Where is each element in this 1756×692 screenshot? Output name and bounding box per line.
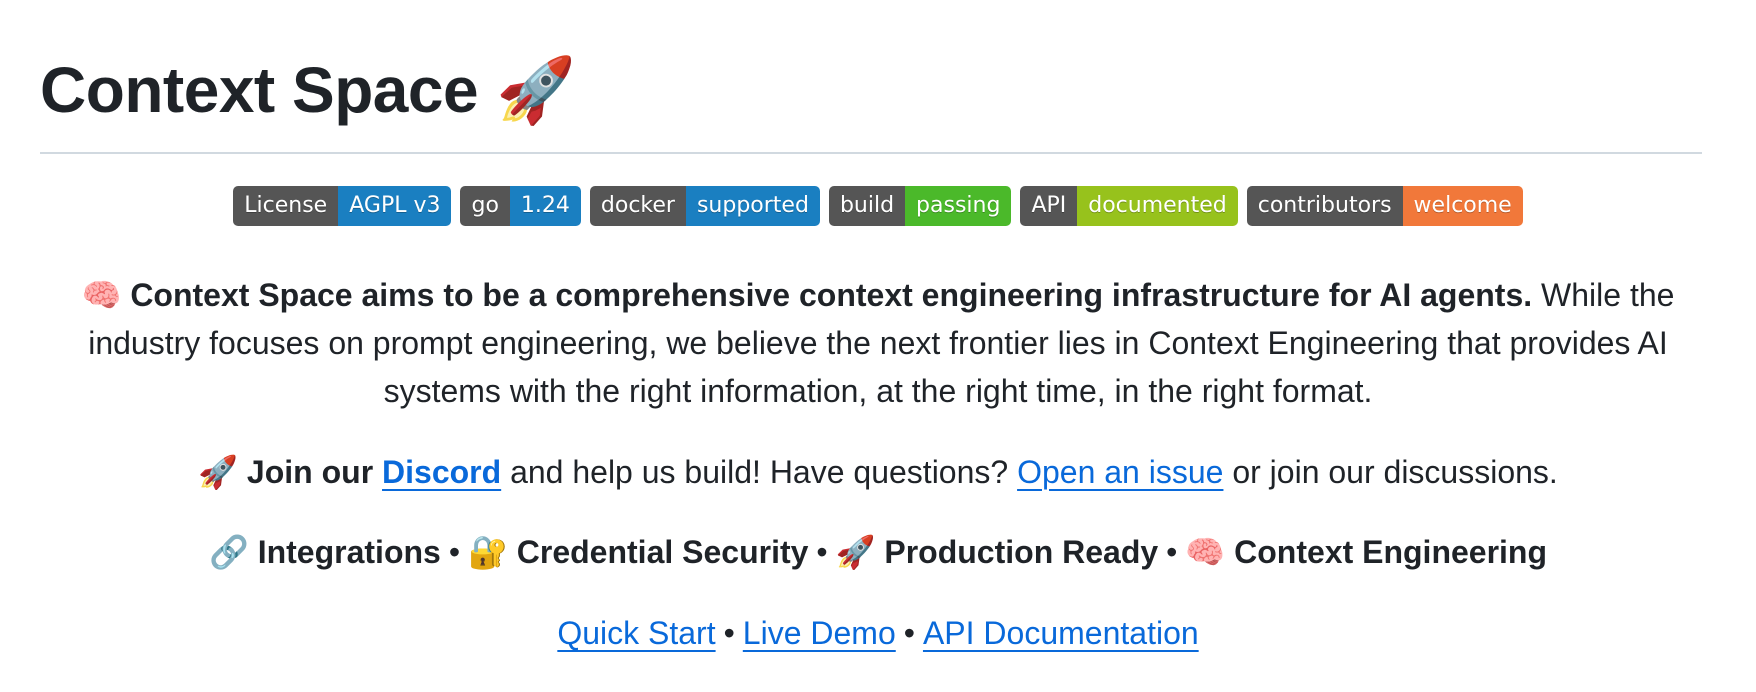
feature-context-engineering: Context Engineering [1234, 534, 1548, 570]
badge-label: API [1020, 186, 1078, 226]
separator: • [448, 534, 461, 570]
badge-value: passing [905, 186, 1012, 226]
badge-api[interactable]: API documented [1020, 186, 1238, 226]
intro-paragraph: 🧠 Context Space aims to be a comprehensi… [40, 271, 1716, 415]
badge-build[interactable]: build passing [828, 186, 1012, 226]
features-line: 🔗 Integrations • 🔐 Credential Security • 🚀 P… [40, 528, 1716, 576]
api-documentation-link[interactable]: API Documentation [923, 615, 1199, 651]
readme-content: Context Space 🚀 License AGPL v3 go 1.24 doc… [0, 0, 1756, 692]
badge-license[interactable]: License AGPL v3 [233, 186, 452, 226]
feature-production-ready: Production Ready [884, 534, 1159, 570]
badge-value: documented [1077, 186, 1238, 226]
feature-credential-security: Credential Security [516, 534, 809, 570]
rocket-icon: 🚀 [198, 453, 239, 491]
brain-icon: 🧠 [81, 276, 122, 314]
badge-label: License [233, 186, 339, 226]
link-icon: 🔗 [208, 533, 249, 571]
feature-integrations: Integrations [257, 534, 441, 570]
badge-label: contributors [1246, 186, 1403, 226]
separator: • [723, 615, 735, 651]
rocket-icon: 🚀 [496, 54, 576, 128]
title-section: Context Space 🚀 [40, 48, 1702, 154]
separator: • [903, 615, 915, 651]
badge-value: AGPL v3 [338, 186, 452, 226]
lock-icon: 🔐 [468, 533, 508, 571]
separator: • [816, 534, 828, 570]
join-bold: Join our [246, 454, 374, 490]
badge-row: License AGPL v3 go 1.24 docker supported bu… [0, 186, 1756, 226]
badge-label: go [460, 186, 510, 226]
badge-contributors[interactable]: contributors welcome [1246, 186, 1523, 226]
badge-label: build [828, 186, 906, 226]
live-demo-link[interactable]: Live Demo [743, 615, 896, 651]
badge-label: docker [589, 186, 686, 226]
discord-link[interactable]: Discord [382, 454, 501, 490]
badge-value: welcome [1402, 186, 1523, 226]
join-paragraph: 🚀 Join our Discord and help us build! Ha… [40, 448, 1716, 496]
badge-value: supported [685, 186, 820, 226]
badge-go[interactable]: go 1.24 [460, 186, 581, 226]
badge-docker[interactable]: docker supported [589, 186, 820, 226]
intro-bold: Context Space aims to be a comprehensive… [130, 277, 1533, 313]
rocket-icon: 🚀 [835, 533, 876, 571]
open-issue-link[interactable]: Open an issue [1017, 454, 1223, 490]
page-title: Context Space 🚀 [40, 48, 1702, 133]
page-title-text: Context Space [40, 54, 479, 126]
join-end: or join our discussions. [1223, 454, 1558, 490]
quick-start-link[interactable]: Quick Start [557, 615, 715, 651]
join-middle: and help us build! Have questions? [501, 454, 1018, 490]
brain-icon: 🧠 [1185, 533, 1226, 571]
separator: • [1166, 534, 1178, 570]
quick-links: Quick Start • Live Demo • API Documentation [40, 609, 1716, 657]
badge-value: 1.24 [509, 186, 581, 226]
